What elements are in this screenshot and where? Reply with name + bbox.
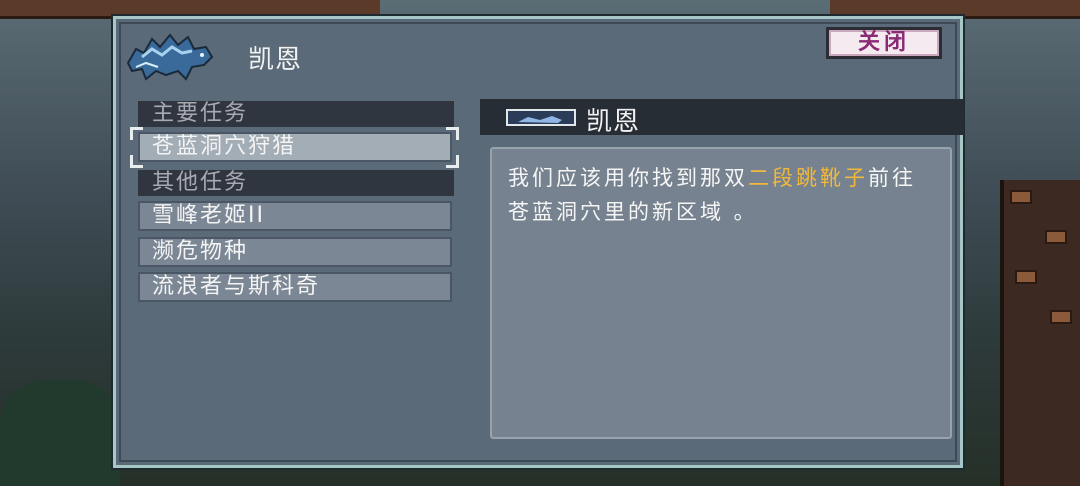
selection-corner [130,127,143,140]
quest-item-label: 濒危物种 [152,239,249,264]
quest-item-other-1[interactable]: 濒危物种 [138,237,452,267]
wolf-silhouette-icon [518,116,562,123]
quest-detail-header: 凯恩 [480,99,964,137]
close-button[interactable]: 关闭 [826,27,942,59]
quest-detail-title: 凯恩 [586,107,641,137]
background-tree [0,380,120,486]
quest-item-other-2[interactable]: 流浪者与斯科奇 [138,272,452,302]
other-quests-header: 其他任务 [138,170,454,196]
selection-corner [446,127,459,140]
quest-item-main-0[interactable]: 苍蓝洞穴狩猎 [138,132,452,162]
background-brick [1015,270,1037,284]
quest-dialog: 凯恩 关闭 主要任务 苍蓝洞穴狩猎 其他任务 雪峰老姬II 濒危物种 流浪者与斯… [113,16,964,468]
main-quests-header: 主要任务 [138,101,454,127]
quest-item-label: 苍蓝洞穴狩猎 [152,134,297,159]
background-brick [1050,310,1072,324]
background-brick [1010,190,1032,204]
background-brick [1045,230,1067,244]
quest-item-label: 雪峰老姬II [152,203,265,228]
selection-corner [130,155,143,168]
quest-description: 我们应该用你找到那双二段跳靴子前往苍蓝洞穴里的新区域 。 [508,161,938,229]
quest-item-label: 流浪者与斯科奇 [152,274,321,299]
highlighted-item-name: 二段跳靴子 [748,166,868,190]
npc-name: 凯恩 [248,45,303,75]
background-tower [1000,180,1080,486]
blue-wolf-npc-icon [126,33,214,81]
quest-detail-body: 我们应该用你找到那双二段跳靴子前往苍蓝洞穴里的新区域 。 [490,147,952,439]
selection-corner [446,155,459,168]
quest-item-other-0[interactable]: 雪峰老姬II [138,201,452,231]
quest-banner-icon [506,109,576,126]
description-text: 我们应该用你找到那双 [508,166,748,190]
